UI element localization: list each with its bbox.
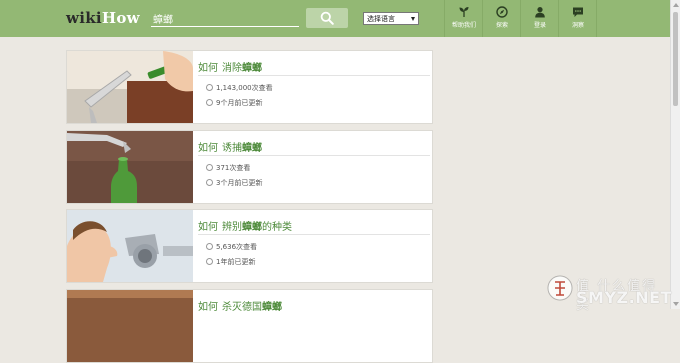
clock-icon — [206, 258, 213, 265]
view-count-text: 5,636次查看 — [216, 243, 258, 251]
view-count: 1,143,000次查看 — [206, 83, 273, 93]
scrollbar-thumb[interactable] — [673, 12, 678, 106]
page-scrollbar[interactable] — [670, 0, 680, 309]
nav-label: 洞察 — [571, 22, 584, 29]
nav-help-us[interactable]: 帮助我们 — [444, 0, 483, 37]
article-illustration — [67, 51, 193, 123]
search-button[interactable] — [306, 8, 348, 28]
title-prefix: 如何 — [198, 222, 218, 233]
article-title[interactable]: 如何 杀灭德国蟑螂 — [198, 298, 282, 313]
title-prefix: 如何 — [198, 302, 218, 313]
article-card[interactable]: 如何 辨别蟑螂的种类 5,636次查看 1年前已更新 — [66, 209, 433, 283]
view-count: 371次查看 — [206, 163, 250, 173]
wikihow-logo[interactable]: wikiHow — [66, 9, 140, 27]
title-keyword: 蟑螂 — [242, 63, 262, 74]
logo-wiki: wiki — [66, 9, 102, 27]
watermark-logo-icon — [547, 275, 573, 301]
article-card[interactable]: 如何 诱捕蟑螂 371次查看 3个月前已更新 — [66, 130, 433, 204]
watermark-domain: SMYZ.NET — [576, 288, 672, 307]
article-thumbnail[interactable] — [67, 131, 193, 203]
article-card[interactable]: 如何 消除蟑螂 1,143,000次查看 9个月前已更新 — [66, 50, 433, 124]
sprout-icon — [459, 7, 469, 17]
nav-label: 探索 — [495, 22, 508, 29]
nav-label: 登录 — [533, 22, 546, 29]
nav-login[interactable]: 登录 — [520, 0, 559, 37]
article-title[interactable]: 如何 诱捕蟑螂 — [198, 139, 262, 154]
divider — [198, 234, 430, 235]
updated-time: 9个月前已更新 — [206, 98, 262, 108]
eye-icon — [206, 243, 213, 250]
title-suffix: 的种类 — [262, 222, 292, 233]
title-text: 消除 — [222, 63, 242, 74]
eye-icon — [206, 84, 213, 91]
title-keyword: 蟑螂 — [242, 143, 262, 154]
language-select[interactable]: 选择语言 — [363, 12, 419, 25]
updated-time-text: 3个月前已更新 — [216, 179, 263, 187]
article-illustration — [67, 290, 193, 362]
article-title[interactable]: 如何 消除蟑螂 — [198, 59, 262, 74]
title-text: 诱捕 — [222, 143, 242, 154]
article-illustration — [67, 210, 193, 282]
divider — [198, 155, 430, 156]
logo-how: How — [101, 9, 140, 27]
search-input[interactable] — [151, 10, 299, 27]
scroll-down-arrow-icon[interactable] — [673, 302, 679, 306]
divider — [198, 75, 430, 76]
updated-time: 1年前已更新 — [206, 257, 255, 267]
user-icon — [535, 7, 545, 18]
article-thumbnail[interactable] — [67, 210, 193, 282]
nav-divider — [596, 0, 597, 37]
updated-time: 3个月前已更新 — [206, 178, 262, 188]
language-select-value: 选择语言 — [367, 15, 395, 23]
nav-explore[interactable]: 探索 — [482, 0, 521, 37]
compass-icon — [496, 6, 508, 18]
watermark: 值 什么值得买 SMYZ.NET — [544, 270, 672, 313]
updated-time-text: 9个月前已更新 — [216, 99, 263, 107]
article-title[interactable]: 如何 辨别蟑螂的种类 — [198, 218, 292, 233]
title-text: 辨别 — [222, 222, 242, 233]
nav-label: 帮助我们 — [451, 22, 476, 29]
view-count: 5,636次查看 — [206, 242, 257, 252]
article-card[interactable]: 如何 杀灭德国蟑螂 — [66, 289, 433, 363]
title-prefix: 如何 — [198, 143, 218, 154]
title-keyword: 蟑螂 — [262, 302, 282, 313]
nav-insight[interactable]: 洞察 — [558, 0, 597, 37]
chevron-down-icon — [411, 17, 415, 21]
article-thumbnail[interactable] — [67, 290, 193, 362]
title-prefix: 如何 — [198, 63, 218, 74]
scroll-up-arrow-icon[interactable] — [673, 3, 679, 7]
eye-icon — [206, 164, 213, 171]
search-icon — [320, 11, 334, 25]
title-keyword: 蟑螂 — [242, 222, 262, 233]
title-text: 杀灭德国 — [222, 302, 262, 313]
clock-icon — [206, 179, 213, 186]
top-bar: wikiHow 选择语言 帮助我们 探索 登录 — [0, 0, 670, 37]
chat-icon — [573, 7, 583, 17]
article-thumbnail[interactable] — [67, 51, 193, 123]
updated-time-text: 1年前已更新 — [216, 258, 256, 266]
view-count-text: 1,143,000次查看 — [216, 84, 273, 92]
article-illustration — [67, 131, 193, 203]
view-count-text: 371次查看 — [216, 164, 251, 172]
clock-icon — [206, 99, 213, 106]
